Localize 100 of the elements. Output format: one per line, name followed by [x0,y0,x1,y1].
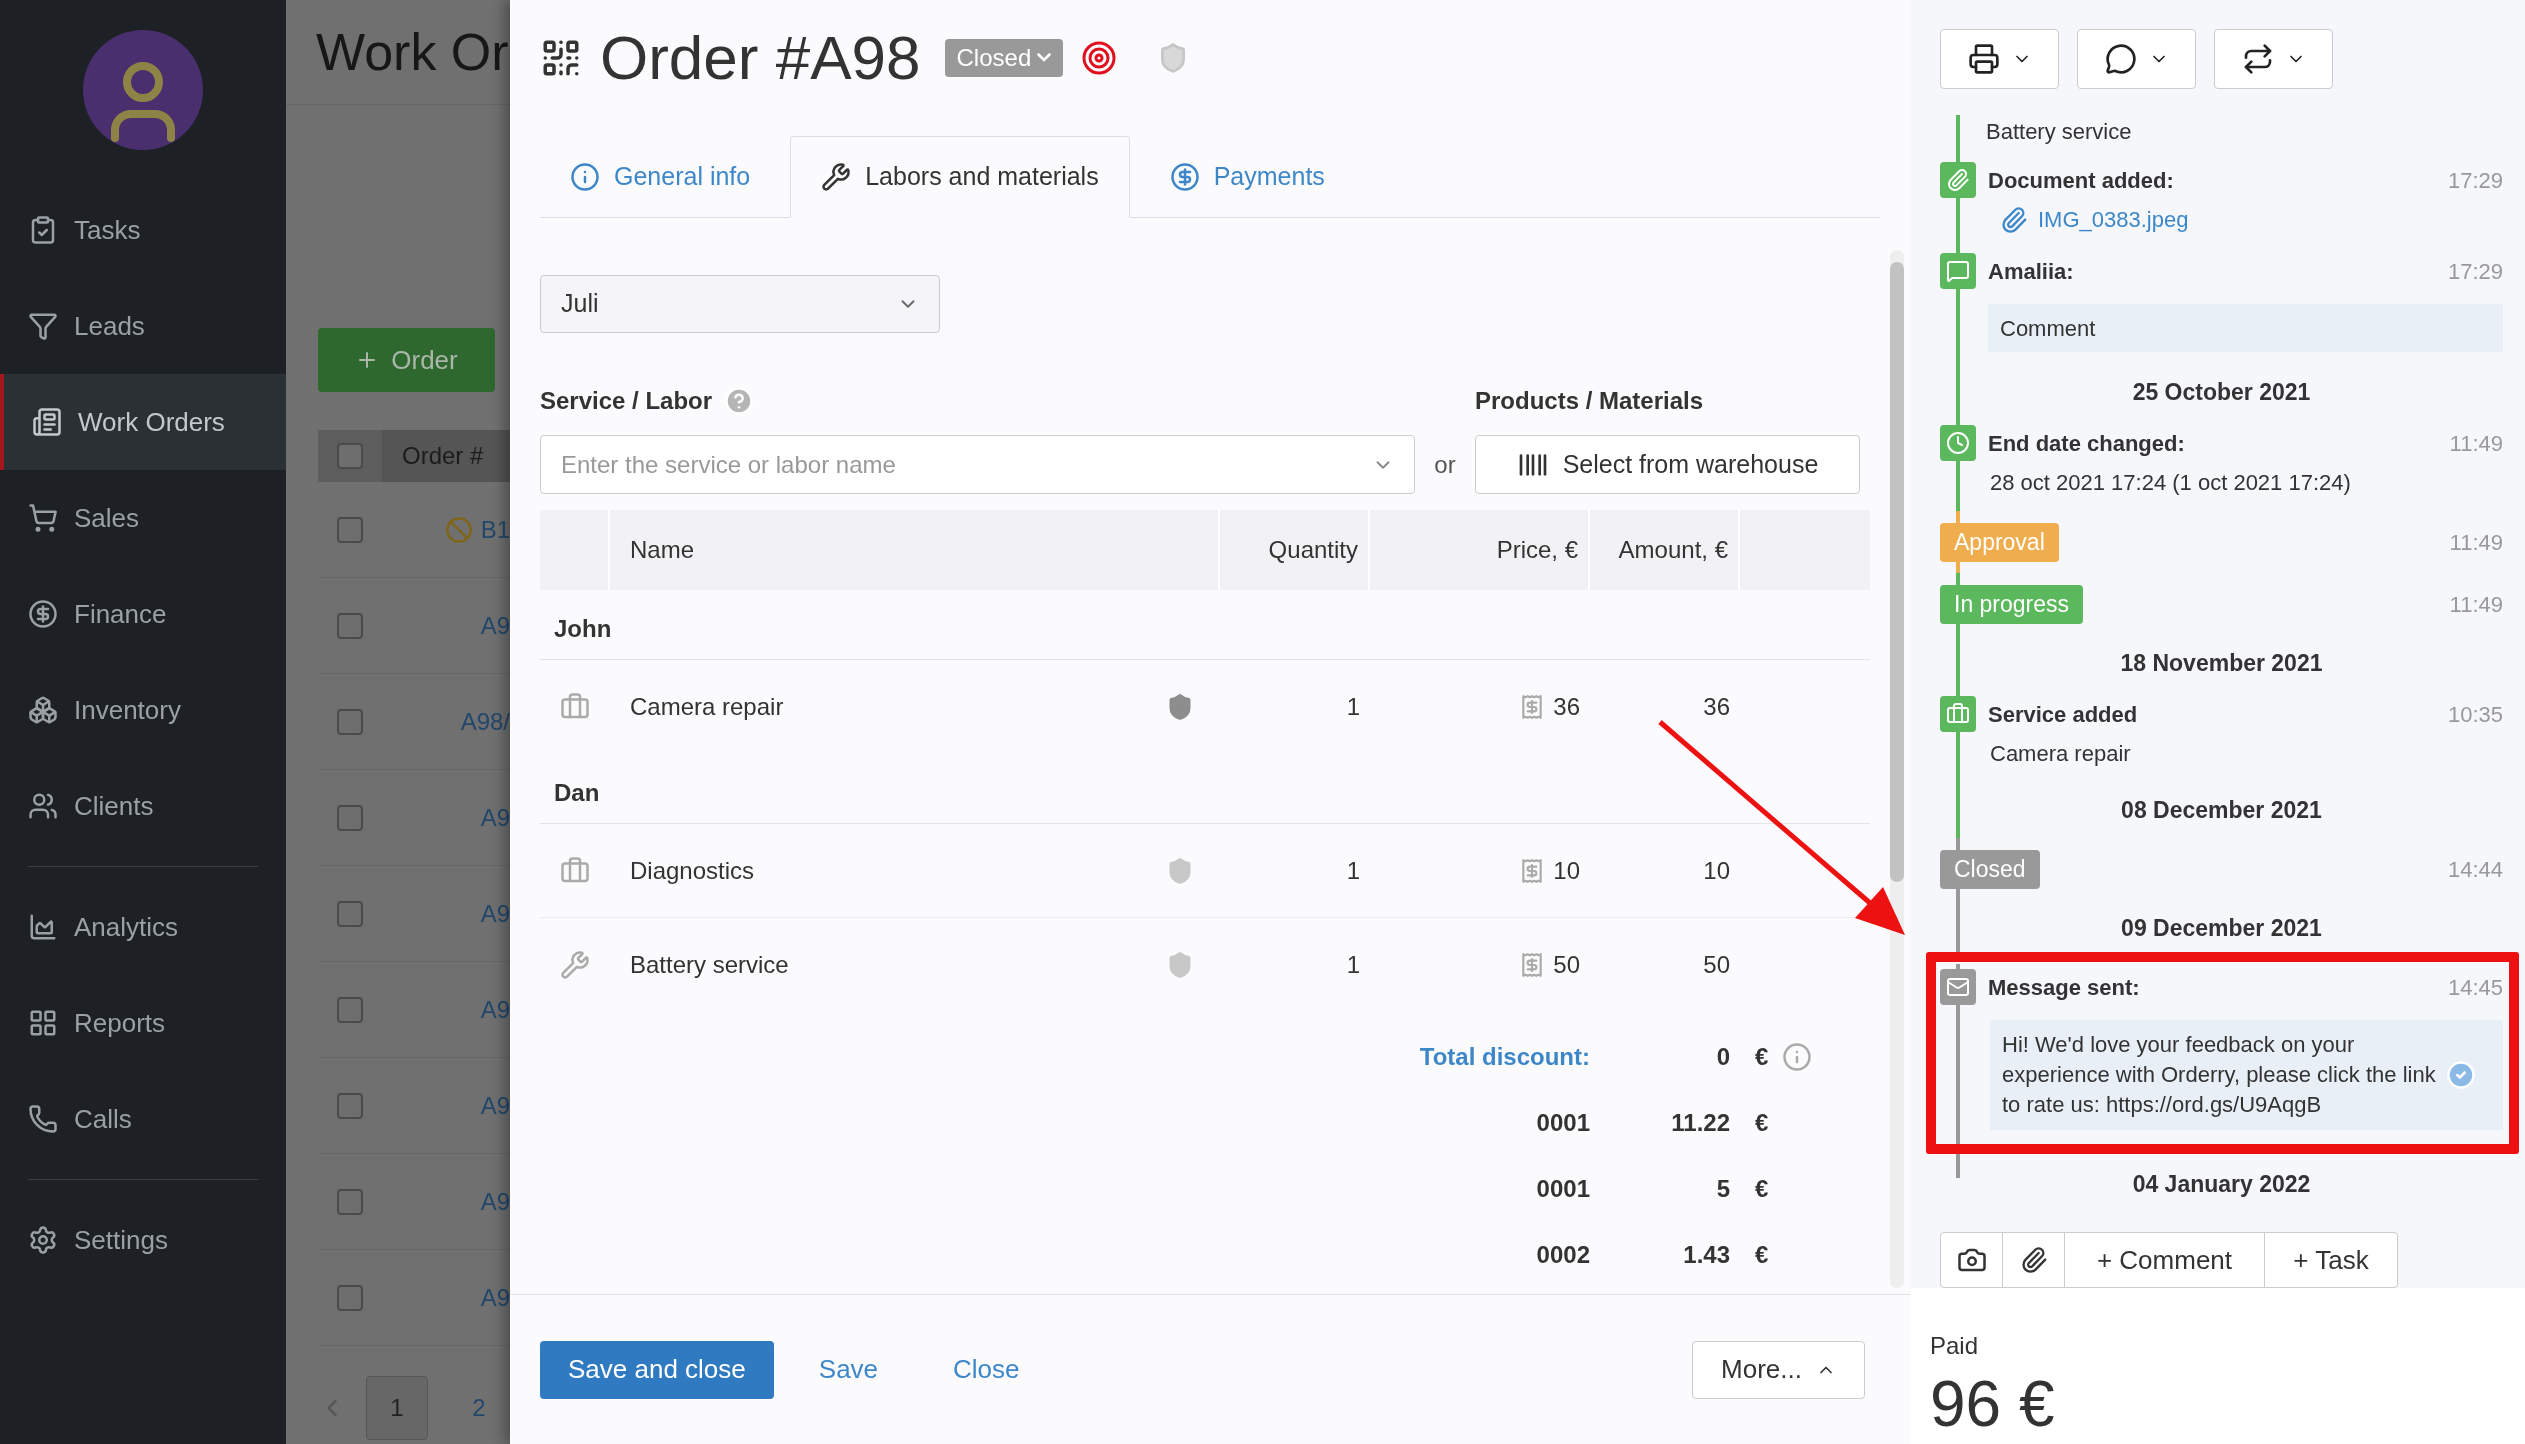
service-search-field[interactable]: Enter the service or labor name [540,435,1415,494]
event-title: End date changed: [1988,429,2185,458]
page-title: Work Or [316,22,509,83]
status-badge: Approval [1940,522,2059,562]
date-heading: 08 December 2021 [2121,795,2322,825]
blocked-icon [444,515,473,544]
total-value: 0 [1715,1042,1731,1072]
add-task-button[interactable]: + Task [2265,1233,2397,1287]
sidebar-item[interactable]: Clients [0,758,286,854]
total-value: 1.43 [1682,1240,1731,1270]
date-heading: 09 December 2021 [2121,913,2322,943]
wrench-icon [560,950,590,980]
sidebar-item[interactable]: Reports [0,975,286,1071]
message-menu-button[interactable] [2077,28,2196,89]
add-order-button[interactable]: Order [318,328,495,392]
printer-icon [1967,42,2000,75]
sidebar-item[interactable]: Inventory [0,662,286,758]
currency-sign: € [1754,1174,1769,1204]
info-icon[interactable] [1782,1042,1813,1072]
order-title: Order #A98 [600,26,921,89]
event-title: Message sent: [1988,973,2140,1002]
checkbox[interactable] [337,612,363,639]
event-time: 17:29 [2447,257,2503,286]
checkbox[interactable] [337,1092,363,1119]
tab[interactable]: General info [540,136,781,218]
info-icon [570,162,600,192]
checkbox[interactable] [337,804,363,831]
service-glyph-icon [1946,702,1970,726]
menu-item-icon [28,695,58,725]
currency-sign: € [1754,1108,1769,1138]
total-value: 11.22 [1670,1108,1731,1138]
order-number-link[interactable]: A9 [480,799,510,836]
total-label[interactable]: Total discount: [540,1039,1590,1075]
column-header[interactable]: Order # [382,430,510,482]
sidebar-item[interactable]: Settings [0,1192,286,1288]
wrench-icon [821,162,852,192]
sidebar-item[interactable]: Work Orders [0,374,286,470]
status-dropdown[interactable]: Closed [944,38,1064,77]
sidebar-item[interactable]: Analytics [0,879,286,975]
tab[interactable]: Payments [1139,136,1355,218]
close-link[interactable]: Close [953,1350,1020,1389]
order-number-link[interactable]: A9 [480,1279,510,1316]
save-link[interactable]: Save [818,1350,879,1389]
order-number-link[interactable]: A9 [480,607,510,644]
sidebar-item[interactable]: Tasks [0,182,286,278]
save-and-close-button[interactable]: Save and close [540,1340,774,1399]
checkbox[interactable] [337,443,363,469]
sidebar-item[interactable]: Sales [0,470,286,566]
more-dropdown-button[interactable]: More... [1692,1340,1865,1399]
event-time: 11:49 [2449,590,2503,619]
total-label: 0002 [1535,1240,1590,1270]
print-menu-button[interactable] [1940,28,2059,89]
menu-item-icon [32,407,62,437]
checkbox[interactable] [337,1188,363,1215]
add-comment-button[interactable]: + Comment [2065,1233,2265,1287]
order-number-link[interactable]: A98/ [460,703,510,740]
field-label: Products / Materials [1475,386,1704,416]
file-link[interactable]: IMG_0383.jpeg [2038,203,2189,236]
document-glyph-icon [1946,168,1970,192]
comment-bubble: Comment [1988,304,2503,352]
menu-item-icon [28,503,58,533]
date-heading: 25 October 2021 [2132,377,2311,407]
order-number-link[interactable]: A9 [480,895,510,932]
order-number-link[interactable]: A9 [480,991,510,1028]
checkbox[interactable] [337,996,363,1023]
menu-item-icon [28,1008,58,1038]
target-icon[interactable] [1081,39,1118,76]
message-text: Hi! We'd love your feedback on your experience with Orderry, please click the link to rate us: https://ord.gs/U9AqgB [2002,1031,2437,1119]
order-number-link[interactable]: B1 [480,511,510,548]
specialist-select[interactable]: Juli [540,275,940,333]
paid-amount: 96 € [1930,1367,2056,1442]
date-heading: 18 November 2021 [2120,648,2323,678]
checkbox[interactable] [337,708,363,735]
sidebar-item[interactable]: Calls [0,1071,286,1167]
sidebar-item[interactable]: Finance [0,566,286,662]
column-header: Price, € [1370,510,1590,590]
quantity-cell-text: 1 [1345,950,1361,980]
sidebar-item[interactable]: Leads [0,278,286,374]
paid-label: Paid [1930,1331,1980,1361]
checkbox[interactable] [337,516,363,543]
order-number-link[interactable]: A9 [480,1183,510,1220]
event-text: 28 oct 2021 17:24 (1 oct 2021 17:24) [1989,469,2352,497]
select-from-warehouse-button[interactable]: Select from warehouse [1475,435,1860,494]
checkbox[interactable] [337,900,363,927]
status-badge: In progress [1940,584,2084,624]
checkbox[interactable] [337,1284,363,1311]
menu-item-icon [28,791,58,821]
menu-item-icon [28,1225,58,1255]
tab[interactable]: Labors and materials [790,136,1130,218]
comment-glyph-icon [1946,259,1970,283]
amount-cell-text: 10 [1702,855,1731,886]
page-button[interactable]: 2 [448,1376,510,1440]
order-number-link[interactable]: A9 [480,1087,510,1124]
page-button[interactable]: 1 [366,1376,428,1440]
menu-item-icon [28,311,58,341]
convert-menu-button[interactable] [2214,28,2333,89]
scrollbar-thumb[interactable] [1890,262,1904,882]
paperclip-icon [2019,1246,2048,1274]
price-cell-text: 36 [1553,692,1580,722]
event-time: 17:29 [2447,166,2503,195]
